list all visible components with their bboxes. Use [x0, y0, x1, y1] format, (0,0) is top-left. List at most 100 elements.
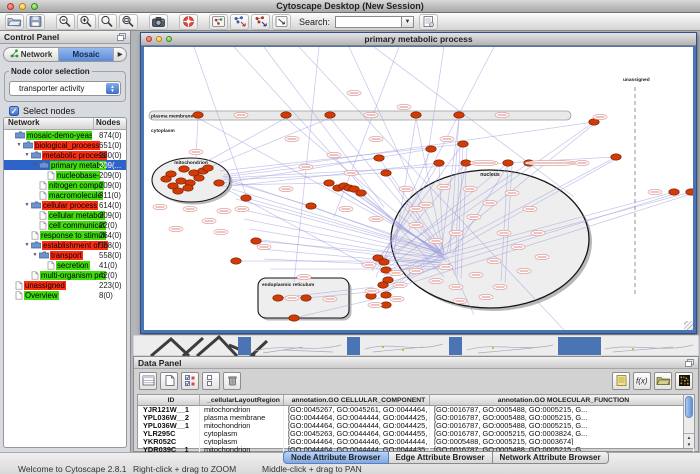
table-row[interactable]: YPL036W__2plasma membrane[GO:0044464, GO…	[138, 414, 694, 422]
table-row[interactable]: YLR295Ccytoplasm[GO:0045263, GO:0044464,…	[138, 430, 694, 438]
network-tree-row[interactable]: ▼cellular process614(0)	[4, 200, 126, 210]
graph-node[interactable]	[161, 176, 171, 182]
tab-overflow-arrow-icon[interactable]: ▶	[114, 48, 126, 61]
scrollbar-thumb[interactable]	[685, 396, 693, 418]
graph-node[interactable]	[273, 295, 283, 301]
disclosure-triangle-icon[interactable]: ▼	[31, 252, 39, 258]
network-tree-row[interactable]: macromolecule311(0)	[4, 190, 126, 200]
graph-node[interactable]	[461, 160, 471, 166]
tab-node-attribute-browser[interactable]: Node Attribute Browser	[283, 451, 389, 464]
graph-node[interactable]	[434, 160, 444, 166]
search-input[interactable]	[335, 16, 401, 28]
network-tree-row[interactable]: cell communicat22(0)	[4, 220, 126, 230]
disclosure-triangle-icon[interactable]: ▼	[15, 142, 23, 148]
graph-node[interactable]	[251, 238, 261, 244]
function-builder-button[interactable]: f(x)	[633, 372, 651, 390]
network-tree-row[interactable]: ▼metabolic process280(0)	[4, 150, 126, 160]
graph-node[interactable]	[411, 112, 421, 118]
network-window-titlebar[interactable]: primary metabolic process	[141, 33, 696, 46]
open-file-button[interactable]	[5, 14, 24, 30]
maximize-button[interactable]	[31, 3, 38, 10]
scroll-up-icon[interactable]: ▲	[687, 435, 691, 440]
graph-node[interactable]	[381, 292, 391, 298]
unselect-attributes-button[interactable]	[202, 372, 220, 390]
graph-node[interactable]	[194, 175, 204, 181]
graph-node[interactable]	[176, 178, 186, 184]
tree-column-network[interactable]: Network	[4, 118, 93, 129]
import-attributes-button[interactable]	[654, 372, 672, 390]
network-graph[interactable]: plasma membranecytoplasmmitochondrionnuc…	[144, 47, 693, 330]
search-options-button[interactable]	[419, 14, 438, 30]
close-button[interactable]	[7, 3, 14, 10]
network-maximize-button[interactable]	[166, 36, 172, 42]
graph-node[interactable]	[669, 189, 679, 195]
graph-edge[interactable]	[210, 118, 330, 167]
graph-node[interactable]	[686, 189, 693, 195]
annotation-button[interactable]	[272, 14, 291, 30]
network-tree-row[interactable]: nitrogen compo209(0)	[4, 180, 126, 190]
network-tree-row[interactable]: response to stimulu264(0)	[4, 230, 126, 240]
graph-node[interactable]	[503, 160, 513, 166]
graph-node[interactable]	[378, 282, 388, 288]
import-network-red-button[interactable]	[251, 14, 270, 30]
help-button[interactable]	[179, 14, 198, 30]
column-header[interactable]: _cellularLayoutRegion	[200, 395, 284, 405]
tab-network-attribute-browser[interactable]: Network Attribute Browser	[493, 451, 609, 464]
graph-node[interactable]	[173, 188, 183, 194]
graph-node[interactable]	[381, 302, 391, 308]
graph-node[interactable]	[231, 258, 241, 264]
graph-node[interactable]	[374, 155, 384, 161]
zoom-fit-button[interactable]	[119, 14, 138, 30]
tab-mosaic[interactable]: Mosaic	[59, 48, 114, 61]
network-tree-row[interactable]: ▼establishment of lo558(0)	[4, 240, 126, 250]
resize-grip[interactable]	[684, 321, 693, 330]
graph-edge[interactable]	[234, 47, 444, 277]
graph-edge[interactable]	[204, 118, 286, 163]
disclosure-triangle-icon[interactable]: ▼	[23, 152, 31, 158]
graph-node[interactable]	[611, 154, 621, 160]
graph-node[interactable]	[301, 295, 311, 301]
matrix-view-button[interactable]	[675, 372, 693, 390]
scroll-down-icon[interactable]: ▼	[687, 442, 691, 447]
graph-node[interactable]	[379, 259, 389, 265]
network-tree-row[interactable]: ▼transport558(0)	[4, 250, 126, 260]
disclosure-triangle-icon[interactable]: ▼	[23, 202, 31, 208]
search-dropdown-button[interactable]: ▼	[401, 16, 414, 28]
tab-edge-attribute-browser[interactable]: Edge Attribute Browser	[389, 451, 493, 464]
delete-attribute-button[interactable]	[223, 372, 241, 390]
graph-node[interactable]	[193, 112, 203, 118]
network-tree-row[interactable]: nucleobase-209(0)	[4, 170, 126, 180]
attribute-table-button[interactable]	[139, 372, 157, 390]
table-row[interactable]: YPL036W__1mitochondrion[GO:0044464, GO:0…	[138, 422, 694, 430]
float-panel-icon[interactable]	[117, 33, 126, 41]
graph-node[interactable]	[214, 180, 224, 186]
node-color-dropdown[interactable]: transporter activity ▲▼	[9, 81, 121, 96]
graph-edge[interactable]	[228, 181, 311, 206]
column-header[interactable]: ID	[138, 395, 200, 405]
tree-column-nodes[interactable]: Nodes	[93, 118, 126, 129]
network-tree-row[interactable]: multi-organism pro42(0)	[4, 270, 126, 280]
graph-node[interactable]	[458, 141, 468, 147]
graph-node[interactable]	[179, 166, 189, 172]
graph-node[interactable]	[325, 112, 335, 118]
minimize-button[interactable]	[19, 3, 26, 10]
graph-node[interactable]	[426, 146, 436, 152]
network-tree-row[interactable]: ▼biological_process651(0)	[4, 140, 126, 150]
graph-node[interactable]	[241, 195, 251, 201]
float-panel-icon[interactable]	[685, 359, 694, 367]
select-nodes-checkbox[interactable]: ✓	[9, 106, 19, 116]
column-header[interactable]: annotation.GO MOLECULAR_FUNCTION	[430, 395, 694, 405]
zoom-out-button[interactable]	[56, 14, 75, 30]
select-attributes-button[interactable]	[181, 372, 199, 390]
network-tree-row[interactable]: cellular metabol209(0)	[4, 210, 126, 220]
disclosure-triangle-icon[interactable]: ▼	[31, 162, 39, 168]
graph-node[interactable]	[306, 203, 316, 209]
graph-node[interactable]	[381, 170, 391, 176]
zoom-actual-button[interactable]	[98, 14, 117, 30]
window-titlebar[interactable]: Cytoscape Desktop (New Session)	[0, 0, 700, 13]
network-tree-row[interactable]: Overview8(0)	[4, 290, 126, 300]
network-minimize-button[interactable]	[156, 36, 162, 42]
scrollbar-arrows[interactable]: ▲▼	[684, 433, 694, 448]
network-canvas[interactable]: plasma membranecytoplasmmitochondrionnuc…	[144, 47, 693, 330]
save-button[interactable]	[26, 14, 45, 30]
